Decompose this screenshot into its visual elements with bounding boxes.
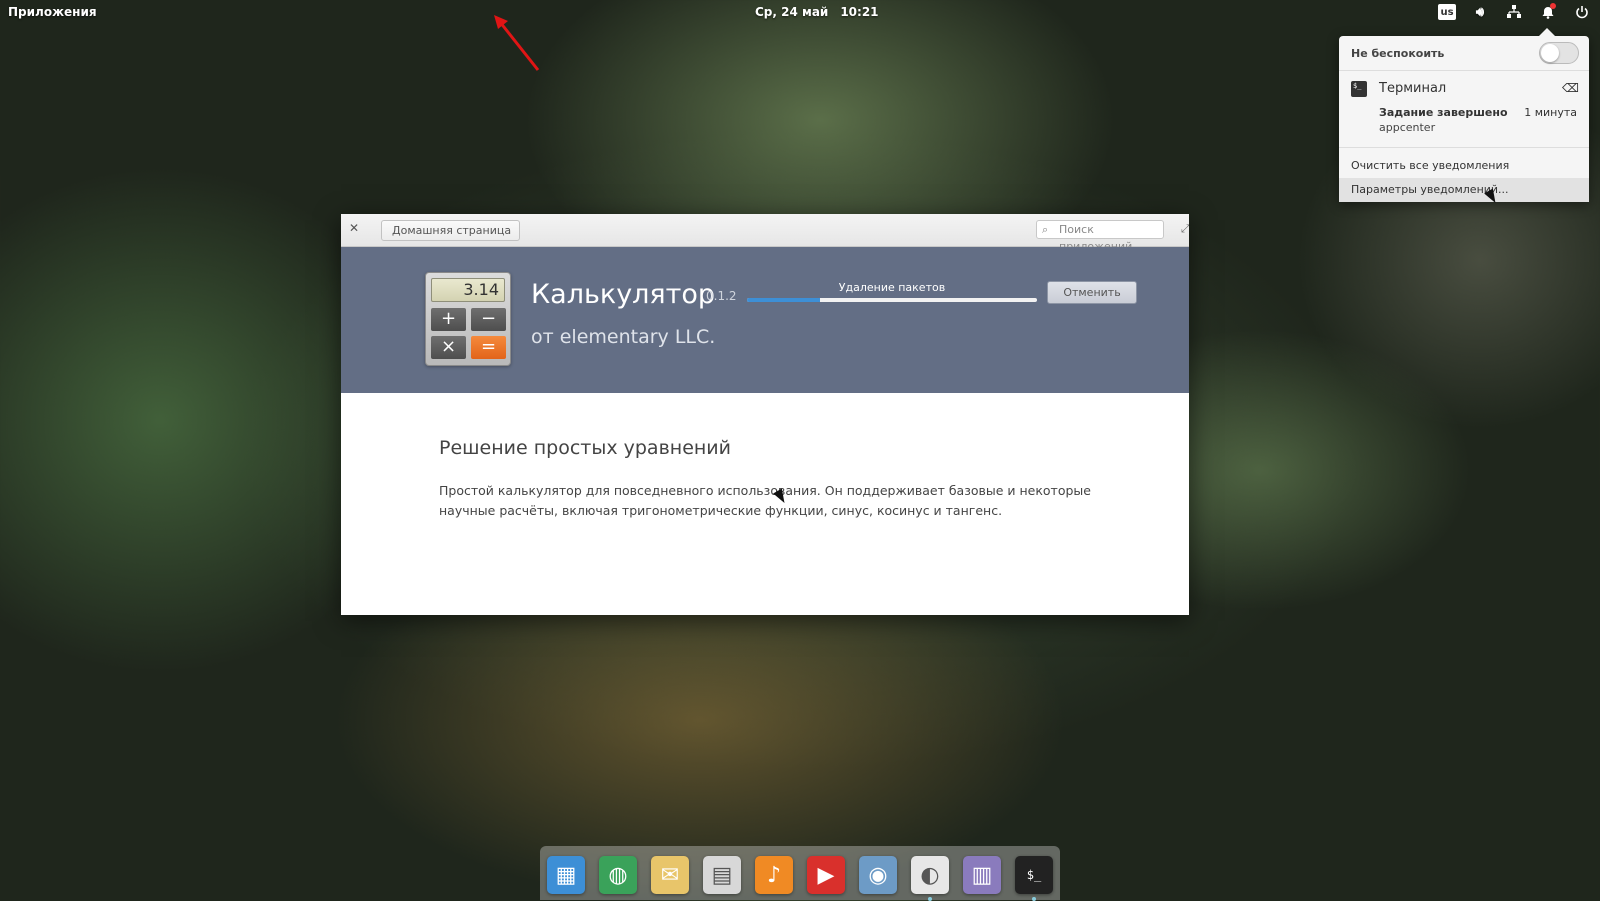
dock-item-system-settings[interactable]: ◐: [911, 856, 949, 901]
dock-item-appcenter[interactable]: ▥: [963, 856, 1001, 894]
unread-dot: [1550, 3, 1556, 9]
dock-item-videos[interactable]: ▶: [807, 856, 845, 894]
panel-date: Ср, 24 май: [755, 5, 829, 19]
close-icon[interactable]: ✕: [349, 221, 359, 235]
progress-fill: [747, 298, 820, 302]
notification-entry[interactable]: $_ Терминал ⌫ Задание завершено 1 минута…: [1339, 71, 1589, 148]
notification-body: appcenter: [1379, 121, 1436, 134]
running-indicator: [928, 897, 932, 901]
equals-key-icon: =: [471, 336, 506, 359]
plus-key-icon: +: [431, 308, 466, 331]
description-title: Решение простых уравнений: [439, 437, 732, 459]
switch-knob: [1541, 44, 1559, 62]
notification-time: 1 минута: [1524, 106, 1577, 119]
maximize-icon[interactable]: ⤢: [1181, 222, 1189, 236]
do-not-disturb-switch[interactable]: [1539, 42, 1579, 64]
search-icon: ⌕: [1042, 223, 1049, 236]
terminal-icon: $_: [1026, 868, 1042, 882]
app-title: Калькулятор: [531, 279, 716, 310]
notifications-popover: Не беспокоить $_ Терминал ⌫ Задание заве…: [1339, 28, 1589, 202]
dock: ▦ ◍ ✉ ▤ ♪ ▶ ◉ ◐ ▥ $_: [540, 846, 1060, 901]
terminal-icon: $_: [1351, 81, 1367, 97]
toggle-icon: ◐: [920, 862, 940, 888]
do-not-disturb-row: Не беспокоить: [1339, 36, 1589, 71]
do-not-disturb-label: Не беспокоить: [1351, 47, 1445, 60]
envelope-icon: ✉: [660, 862, 680, 888]
dock-item-mail[interactable]: ✉: [651, 856, 689, 894]
minus-key-icon: −: [471, 308, 506, 331]
calendar-icon: ▤: [711, 862, 733, 888]
dock-item-web-browser[interactable]: ◍: [599, 856, 637, 894]
dock-item-calendar[interactable]: ▤: [703, 856, 741, 894]
app-author: от elementary LLC.: [531, 326, 716, 348]
clock[interactable]: Ср, 24 май 10:21: [755, 5, 891, 19]
search-input[interactable]: ⌕ Поиск приложений: [1036, 220, 1164, 253]
network-icon[interactable]: [1504, 3, 1524, 21]
power-icon[interactable]: [1572, 3, 1592, 21]
indicators: us 🔊︎: [1438, 3, 1592, 21]
camera-icon: ◉: [868, 862, 888, 888]
dock-item-multitasking-view[interactable]: ▦: [547, 856, 585, 894]
notification-summary: Задание завершено: [1379, 106, 1508, 119]
globe-icon: ◍: [608, 862, 628, 888]
calculator-icon: 3.14 + − × =: [425, 272, 511, 366]
top-panel: Приложения Ср, 24 май 10:21 us 🔊︎: [0, 0, 1600, 24]
clear-all-notifications[interactable]: Очистить все уведомления: [1339, 154, 1589, 178]
keyboard-layout-icon[interactable]: us: [1438, 4, 1456, 20]
cancel-button[interactable]: Отменить: [1047, 281, 1137, 304]
titlebar: ✕ Домашняя страница ⌕ Поиск приложений ⤢: [341, 214, 1189, 253]
multiply-key-icon: ×: [431, 336, 466, 359]
panel-time: 10:21: [840, 5, 879, 19]
applications-menu[interactable]: Приложения: [8, 5, 97, 19]
red-arrow-annotation: [494, 15, 540, 71]
dismiss-icon[interactable]: ⌫: [1562, 81, 1579, 95]
windows-icon: ▦: [555, 862, 577, 888]
appcenter-window: ✕ Домашняя страница ⌕ Поиск приложений ⤢…: [341, 214, 1189, 615]
dock-item-photos[interactable]: ◉: [859, 856, 897, 894]
running-indicator: [1032, 897, 1036, 901]
shop-icon: ▥: [971, 862, 993, 888]
notification-settings[interactable]: Параметры уведомлений...: [1339, 178, 1589, 202]
progress-bar: [747, 298, 1037, 302]
calculator-icon-display: 3.14: [431, 278, 505, 302]
notifications-icon[interactable]: [1538, 3, 1558, 21]
play-icon: ▶: [817, 862, 835, 888]
notification-app-name: Терминал: [1379, 81, 1447, 96]
app-header: 3.14 + − × = Калькулятор 0.1.2 от elemen…: [341, 247, 1189, 393]
volume-icon[interactable]: 🔊︎: [1470, 3, 1490, 21]
back-button[interactable]: Домашняя страница: [381, 220, 521, 241]
app-version: 0.1.2: [706, 289, 737, 303]
music-note-icon: ♪: [766, 862, 782, 888]
dock-item-terminal[interactable]: $_: [1015, 856, 1053, 901]
dock-item-music[interactable]: ♪: [755, 856, 793, 894]
progress-label: Удаление пакетов: [838, 281, 946, 294]
